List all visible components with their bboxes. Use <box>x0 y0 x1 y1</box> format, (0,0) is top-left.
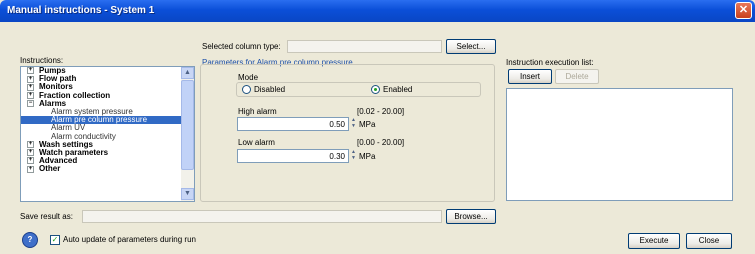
close-button-label: Close <box>698 236 720 245</box>
browse-button-label: Browse... <box>454 212 488 221</box>
radio-off-icon <box>242 85 251 95</box>
low-alarm-range: [0.00 - 20.00] <box>357 138 405 147</box>
minus-icon[interactable]: − <box>27 100 34 108</box>
mode-label: Mode <box>238 73 259 82</box>
mode-disabled-radio[interactable]: Disabled <box>242 85 286 95</box>
execution-list-label: Instruction execution list: <box>506 58 594 67</box>
execute-button-label: Execute <box>639 236 669 245</box>
title-bar: Manual instructions - System 1 ✕ <box>0 0 755 22</box>
tree-scrollbar[interactable]: ▲ ▼ <box>181 67 194 201</box>
scroll-thumb[interactable] <box>181 80 194 170</box>
browse-button[interactable]: Browse... <box>446 209 496 224</box>
plus-icon[interactable]: + <box>27 141 34 149</box>
mode-disabled-label: Disabled <box>254 85 286 94</box>
checkmark-icon: ✓ <box>50 235 60 245</box>
plus-icon[interactable]: + <box>27 83 34 91</box>
plus-icon[interactable]: + <box>27 67 34 75</box>
low-alarm-spinner-icon[interactable]: ▲ ▼ <box>351 149 356 161</box>
radio-on-icon <box>371 85 380 95</box>
tree-item-label: Other <box>39 164 61 174</box>
mode-enabled-radio[interactable]: Enabled <box>371 85 413 95</box>
high-alarm-unit: MPa <box>359 120 376 129</box>
delete-button-label: Delete <box>565 72 589 81</box>
save-result-field <box>82 210 442 223</box>
execution-list[interactable] <box>506 88 733 201</box>
close-window-button[interactable]: ✕ <box>735 2 752 19</box>
low-alarm-input[interactable]: 0.30 <box>237 149 349 163</box>
insert-button[interactable]: Insert <box>508 69 552 84</box>
high-alarm-label: High alarm <box>238 107 277 116</box>
plus-icon[interactable]: + <box>27 165 34 173</box>
instructions-label: Instructions: <box>20 56 64 65</box>
high-alarm-spinner-icon[interactable]: ▲ ▼ <box>351 117 356 129</box>
help-icon[interactable]: ? <box>22 232 38 248</box>
auto-update-checkbox[interactable]: ✓ Auto update of parameters during run <box>50 235 196 245</box>
mode-enabled-label: Enabled <box>383 85 413 94</box>
selected-column-label: Selected column type: <box>202 42 281 51</box>
plus-icon[interactable]: + <box>27 91 34 99</box>
high-alarm-input[interactable]: 0.50 <box>237 117 349 131</box>
scroll-up-icon[interactable]: ▲ <box>181 67 194 79</box>
high-alarm-range: [0.02 - 20.00] <box>357 107 405 116</box>
execute-button[interactable]: Execute <box>628 233 680 249</box>
low-alarm-unit: MPa <box>359 152 376 161</box>
tree-item[interactable]: + Other <box>21 165 194 173</box>
selected-column-field <box>287 40 442 53</box>
plus-icon[interactable]: + <box>27 157 34 165</box>
select-button[interactable]: Select... <box>446 39 496 54</box>
window-title: Manual instructions - System 1 <box>7 5 155 16</box>
high-alarm-value: 0.50 <box>329 120 345 129</box>
instructions-tree[interactable]: + Pumps + Flow path + Monitors + Fraction colle… <box>20 66 195 202</box>
tree-item[interactable]: Alarm pre column pressure <box>21 116 194 125</box>
auto-update-label: Auto update of parameters during run <box>63 235 196 245</box>
tree-list: + Pumps + Flow path + Monitors + Fraction colle… <box>21 67 194 173</box>
scroll-down-icon[interactable]: ▼ <box>181 188 194 200</box>
delete-button[interactable]: Delete <box>555 69 599 84</box>
plus-icon[interactable]: + <box>27 149 34 157</box>
low-alarm-value: 0.30 <box>329 152 345 161</box>
close-button[interactable]: Close <box>686 233 732 249</box>
select-button-label: Select... <box>456 42 486 51</box>
save-result-label: Save result as: <box>20 212 73 221</box>
insert-button-label: Insert <box>519 72 540 81</box>
plus-icon[interactable]: + <box>27 75 34 83</box>
low-alarm-label: Low alarm <box>238 138 275 147</box>
